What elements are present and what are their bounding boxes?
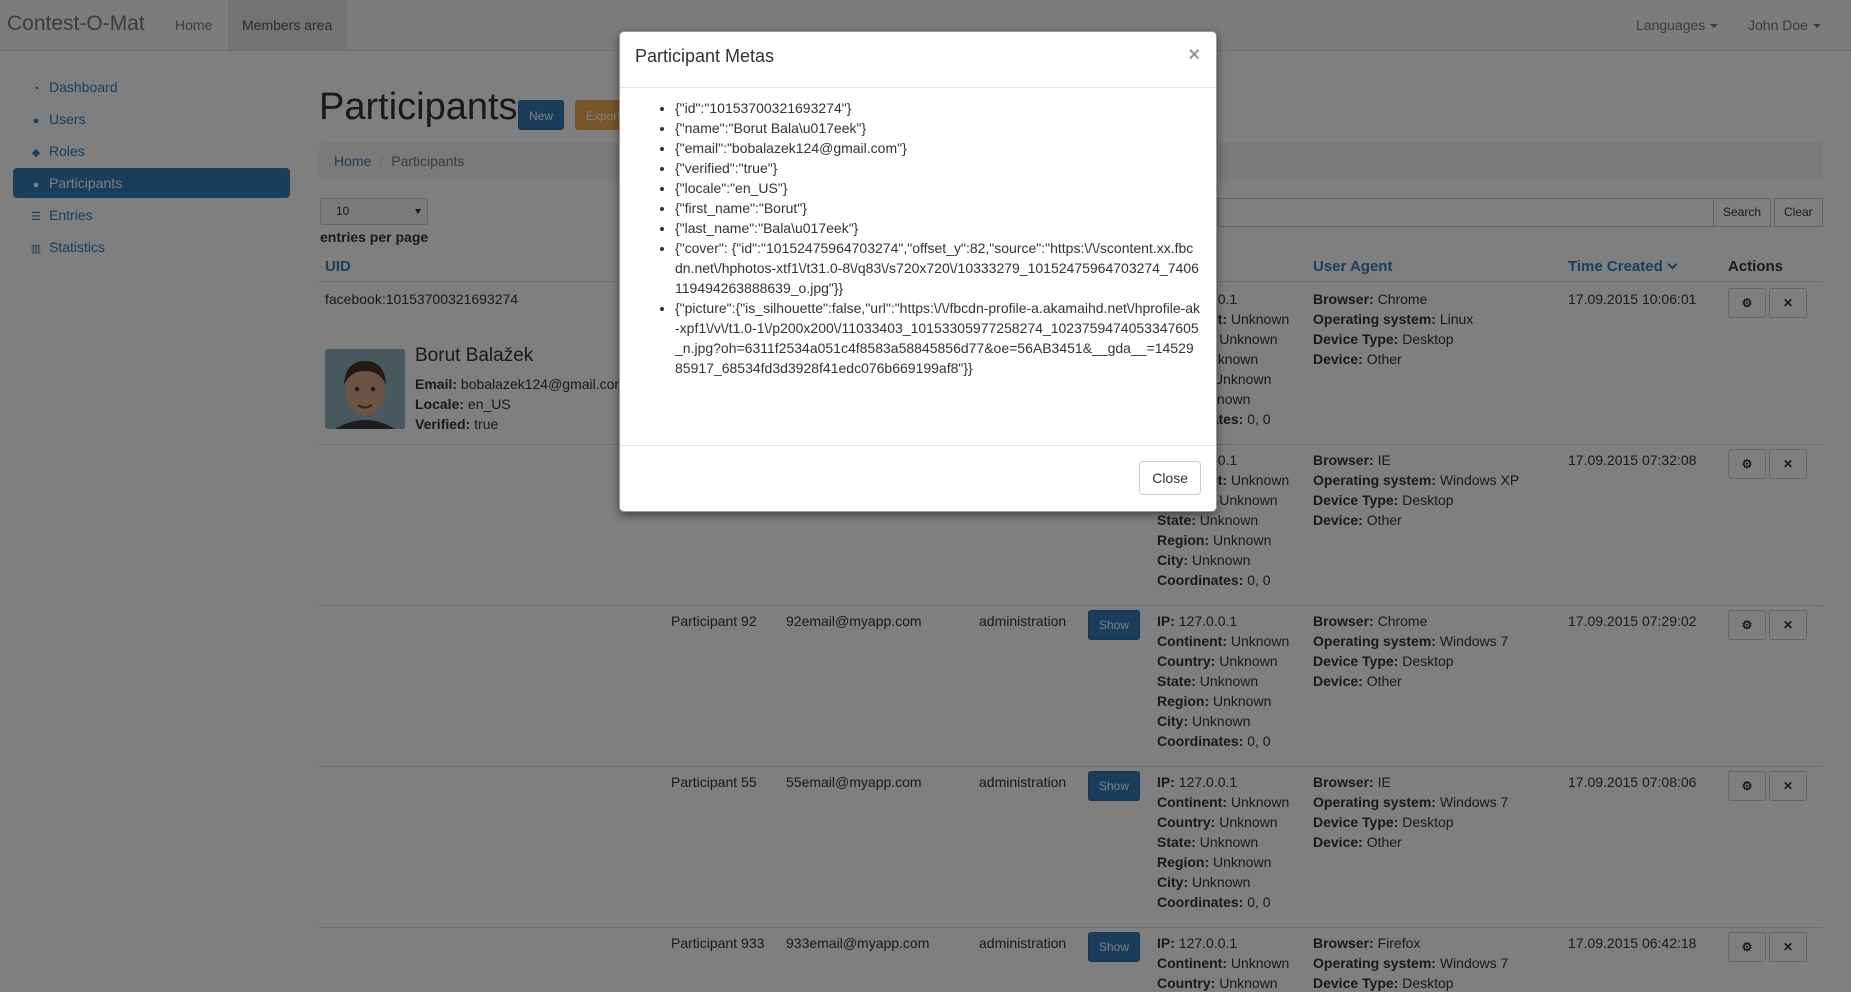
modal-body: {"id":"10153700321693274"} {"name":"Boru… [620, 88, 1216, 418]
list-item: {"id":"10153700321693274"} [675, 98, 1201, 118]
close-button[interactable]: Close [1139, 461, 1201, 495]
list-item: {"first_name":"Borut"} [675, 198, 1201, 218]
list-item: {"verified":"true"} [675, 158, 1201, 178]
list-item: {"last_name":"Bala\u017eek"} [675, 218, 1201, 238]
list-item: {"cover": {"id":"10152475964703274","off… [675, 238, 1201, 298]
list-item: {"email":"bobalazek124@gmail.com"} [675, 138, 1201, 158]
close-icon[interactable]: × [1188, 44, 1200, 67]
list-item: {"locale":"en_US"} [675, 178, 1201, 198]
modal-title: Participant Metas [635, 46, 775, 66]
participant-metas-modal: Participant Metas × {"id":"1015370032169… [619, 31, 1217, 512]
modal-footer: Close [620, 445, 1216, 511]
modal-header: Participant Metas × [620, 32, 1216, 88]
list-item: {"picture":{"is_silhouette":false,"url":… [675, 298, 1201, 378]
metas-list: {"id":"10153700321693274"} {"name":"Boru… [635, 98, 1201, 378]
list-item: {"name":"Borut Bala\u017eek"} [675, 118, 1201, 138]
